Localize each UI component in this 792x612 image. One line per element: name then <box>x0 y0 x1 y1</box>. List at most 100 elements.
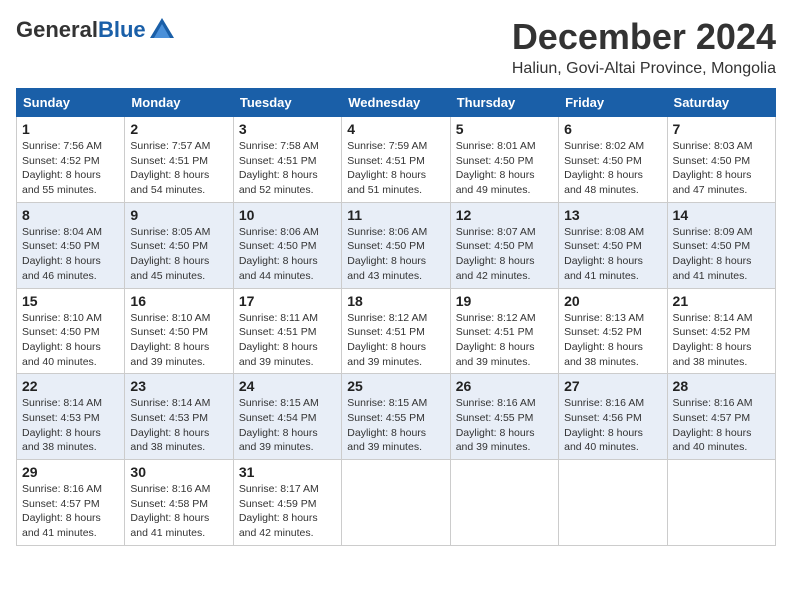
day-info: Sunrise: 8:16 AM Sunset: 4:58 PM Dayligh… <box>130 482 227 541</box>
calendar: SundayMondayTuesdayWednesdayThursdayFrid… <box>16 88 776 546</box>
calendar-cell <box>450 460 558 546</box>
daylight-label: Daylight: 8 hours and 49 minutes. <box>456 169 535 196</box>
sunset-label: Sunset: 4:51 PM <box>130 155 208 167</box>
sunset-label: Sunset: 4:50 PM <box>673 240 751 252</box>
calendar-cell <box>667 460 775 546</box>
sunset-label: Sunset: 4:59 PM <box>239 498 317 510</box>
day-info: Sunrise: 8:04 AM Sunset: 4:50 PM Dayligh… <box>22 225 119 284</box>
day-number: 18 <box>347 293 444 309</box>
weekday-header-saturday: Saturday <box>667 89 775 117</box>
daylight-label: Daylight: 8 hours and 42 minutes. <box>239 512 318 539</box>
sunset-label: Sunset: 4:55 PM <box>456 412 534 424</box>
day-info: Sunrise: 8:14 AM Sunset: 4:52 PM Dayligh… <box>673 311 770 370</box>
sunrise-label: Sunrise: 8:06 AM <box>347 226 427 238</box>
sunrise-label: Sunrise: 7:57 AM <box>130 140 210 152</box>
day-number: 25 <box>347 378 444 394</box>
sunset-label: Sunset: 4:53 PM <box>130 412 208 424</box>
calendar-cell: 15 Sunrise: 8:10 AM Sunset: 4:50 PM Dayl… <box>17 288 125 374</box>
day-number: 19 <box>456 293 553 309</box>
day-info: Sunrise: 7:58 AM Sunset: 4:51 PM Dayligh… <box>239 139 336 198</box>
day-number: 13 <box>564 207 661 223</box>
calendar-cell: 26 Sunrise: 8:16 AM Sunset: 4:55 PM Dayl… <box>450 374 558 460</box>
calendar-cell: 5 Sunrise: 8:01 AM Sunset: 4:50 PM Dayli… <box>450 117 558 203</box>
sunrise-label: Sunrise: 8:10 AM <box>22 312 102 324</box>
weekday-header-wednesday: Wednesday <box>342 89 450 117</box>
sunset-label: Sunset: 4:50 PM <box>130 326 208 338</box>
daylight-label: Daylight: 8 hours and 48 minutes. <box>564 169 643 196</box>
sunset-label: Sunset: 4:50 PM <box>22 326 100 338</box>
day-number: 27 <box>564 378 661 394</box>
sunset-label: Sunset: 4:50 PM <box>564 240 642 252</box>
subtitle: Haliun, Govi-Altai Province, Mongolia <box>512 60 776 78</box>
sunrise-label: Sunrise: 8:03 AM <box>673 140 753 152</box>
day-number: 10 <box>239 207 336 223</box>
day-info: Sunrise: 8:12 AM Sunset: 4:51 PM Dayligh… <box>347 311 444 370</box>
sunrise-label: Sunrise: 8:17 AM <box>239 483 319 495</box>
calendar-cell: 25 Sunrise: 8:15 AM Sunset: 4:55 PM Dayl… <box>342 374 450 460</box>
sunrise-label: Sunrise: 8:09 AM <box>673 226 753 238</box>
calendar-cell: 17 Sunrise: 8:11 AM Sunset: 4:51 PM Dayl… <box>233 288 341 374</box>
calendar-cell <box>342 460 450 546</box>
sunrise-label: Sunrise: 8:05 AM <box>130 226 210 238</box>
header: GeneralBlue December 2024 Haliun, Govi-A… <box>16 16 776 78</box>
day-number: 7 <box>673 121 770 137</box>
day-number: 20 <box>564 293 661 309</box>
calendar-cell: 6 Sunrise: 8:02 AM Sunset: 4:50 PM Dayli… <box>559 117 667 203</box>
calendar-cell: 7 Sunrise: 8:03 AM Sunset: 4:50 PM Dayli… <box>667 117 775 203</box>
weekday-header-row: SundayMondayTuesdayWednesdayThursdayFrid… <box>17 89 776 117</box>
day-number: 15 <box>22 293 119 309</box>
daylight-label: Daylight: 8 hours and 38 minutes. <box>22 427 101 454</box>
day-info: Sunrise: 8:09 AM Sunset: 4:50 PM Dayligh… <box>673 225 770 284</box>
day-info: Sunrise: 8:15 AM Sunset: 4:54 PM Dayligh… <box>239 396 336 455</box>
sunrise-label: Sunrise: 8:16 AM <box>22 483 102 495</box>
daylight-label: Daylight: 8 hours and 38 minutes. <box>130 427 209 454</box>
calendar-cell: 3 Sunrise: 7:58 AM Sunset: 4:51 PM Dayli… <box>233 117 341 203</box>
day-info: Sunrise: 7:57 AM Sunset: 4:51 PM Dayligh… <box>130 139 227 198</box>
weekday-header-sunday: Sunday <box>17 89 125 117</box>
day-number: 21 <box>673 293 770 309</box>
sunrise-label: Sunrise: 8:02 AM <box>564 140 644 152</box>
calendar-cell: 29 Sunrise: 8:16 AM Sunset: 4:57 PM Dayl… <box>17 460 125 546</box>
day-number: 6 <box>564 121 661 137</box>
sunset-label: Sunset: 4:53 PM <box>22 412 100 424</box>
sunset-label: Sunset: 4:50 PM <box>347 240 425 252</box>
calendar-cell: 24 Sunrise: 8:15 AM Sunset: 4:54 PM Dayl… <box>233 374 341 460</box>
sunrise-label: Sunrise: 8:12 AM <box>347 312 427 324</box>
calendar-cell: 16 Sunrise: 8:10 AM Sunset: 4:50 PM Dayl… <box>125 288 233 374</box>
sunrise-label: Sunrise: 8:16 AM <box>564 397 644 409</box>
sunset-label: Sunset: 4:57 PM <box>673 412 751 424</box>
sunrise-label: Sunrise: 8:14 AM <box>130 397 210 409</box>
day-number: 29 <box>22 464 119 480</box>
weekday-header-friday: Friday <box>559 89 667 117</box>
sunset-label: Sunset: 4:50 PM <box>564 155 642 167</box>
sunrise-label: Sunrise: 8:11 AM <box>239 312 318 324</box>
calendar-cell: 18 Sunrise: 8:12 AM Sunset: 4:51 PM Dayl… <box>342 288 450 374</box>
daylight-label: Daylight: 8 hours and 54 minutes. <box>130 169 209 196</box>
sunrise-label: Sunrise: 8:16 AM <box>673 397 753 409</box>
daylight-label: Daylight: 8 hours and 39 minutes. <box>456 341 535 368</box>
calendar-cell: 2 Sunrise: 7:57 AM Sunset: 4:51 PM Dayli… <box>125 117 233 203</box>
daylight-label: Daylight: 8 hours and 45 minutes. <box>130 255 209 282</box>
day-info: Sunrise: 7:56 AM Sunset: 4:52 PM Dayligh… <box>22 139 119 198</box>
sunset-label: Sunset: 4:54 PM <box>239 412 317 424</box>
day-number: 28 <box>673 378 770 394</box>
sunrise-label: Sunrise: 8:10 AM <box>130 312 210 324</box>
daylight-label: Daylight: 8 hours and 41 minutes. <box>673 255 752 282</box>
sunset-label: Sunset: 4:51 PM <box>347 326 425 338</box>
month-title: December 2024 <box>512 16 776 58</box>
calendar-cell: 14 Sunrise: 8:09 AM Sunset: 4:50 PM Dayl… <box>667 202 775 288</box>
sunset-label: Sunset: 4:51 PM <box>239 155 317 167</box>
weekday-header-tuesday: Tuesday <box>233 89 341 117</box>
daylight-label: Daylight: 8 hours and 39 minutes. <box>239 341 318 368</box>
calendar-cell: 1 Sunrise: 7:56 AM Sunset: 4:52 PM Dayli… <box>17 117 125 203</box>
calendar-cell: 11 Sunrise: 8:06 AM Sunset: 4:50 PM Dayl… <box>342 202 450 288</box>
day-info: Sunrise: 8:11 AM Sunset: 4:51 PM Dayligh… <box>239 311 336 370</box>
sunrise-label: Sunrise: 7:59 AM <box>347 140 427 152</box>
day-info: Sunrise: 8:06 AM Sunset: 4:50 PM Dayligh… <box>239 225 336 284</box>
sunset-label: Sunset: 4:50 PM <box>456 155 534 167</box>
calendar-cell <box>559 460 667 546</box>
sunrise-label: Sunrise: 7:56 AM <box>22 140 102 152</box>
daylight-label: Daylight: 8 hours and 52 minutes. <box>239 169 318 196</box>
day-info: Sunrise: 8:13 AM Sunset: 4:52 PM Dayligh… <box>564 311 661 370</box>
logo: GeneralBlue <box>16 16 176 44</box>
